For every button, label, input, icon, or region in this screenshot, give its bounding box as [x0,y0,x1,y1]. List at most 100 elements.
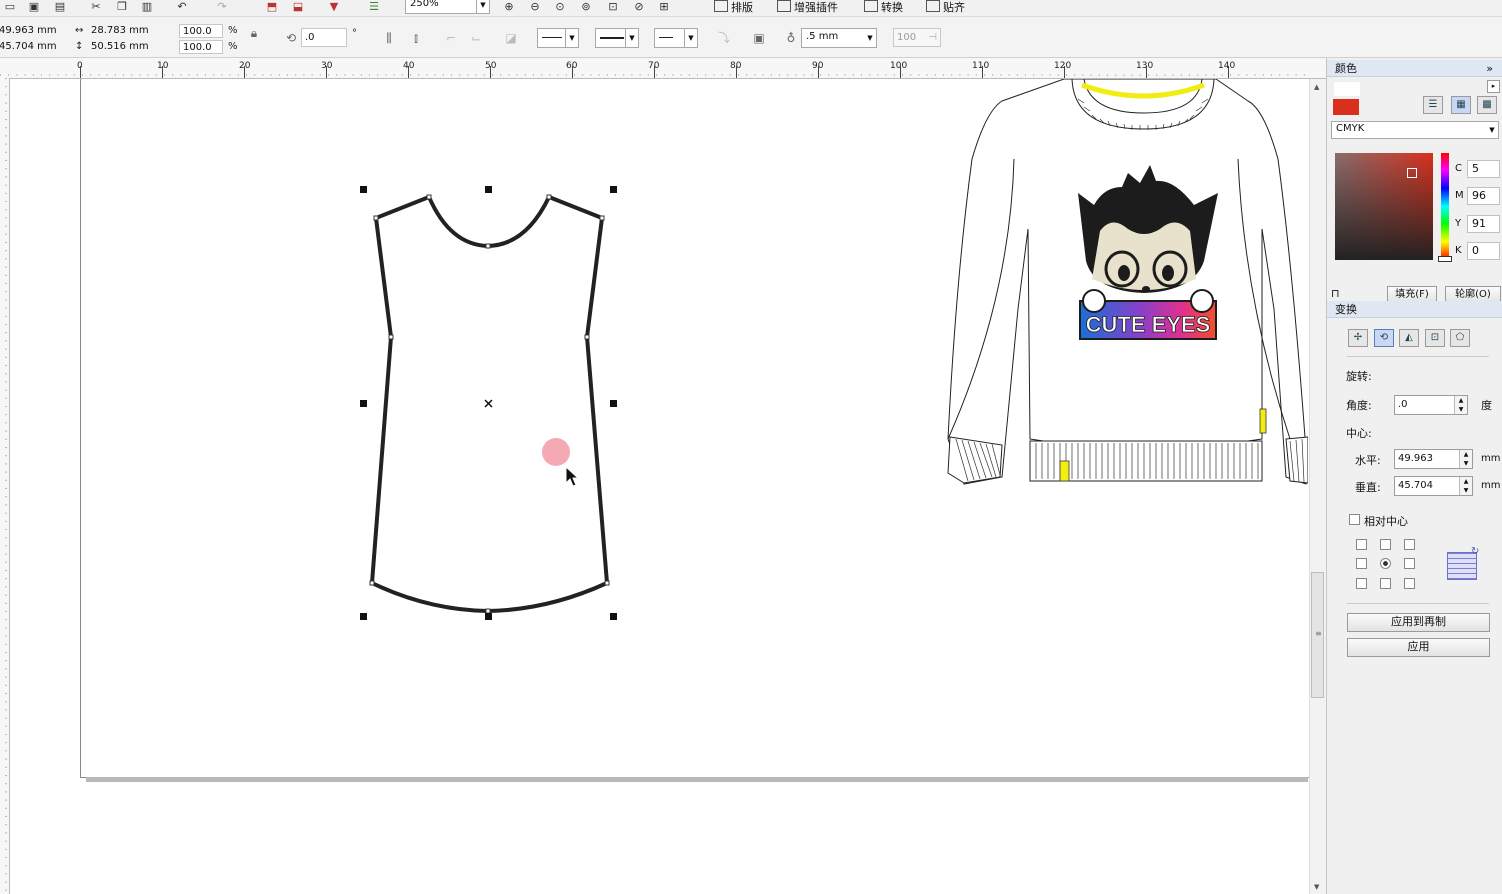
scroll-up-icon[interactable]: ▲ [1314,83,1319,91]
relative-center-checkbox[interactable] [1349,514,1360,525]
mirror-horizontal-icon[interactable]: ⫼ [381,30,397,46]
horizontal-ruler[interactable]: 0 10 20 30 40 50 60 70 80 90 100 110 120… [0,58,1326,79]
round-corner-icon[interactable]: ⌐ [443,30,459,46]
chevron-down-icon[interactable]: ▼ [684,29,697,47]
vest-outline-shape[interactable] [355,180,625,625]
menu-snap[interactable]: 贴齐 [926,0,965,14]
rotate-tab-icon[interactable]: ⟲ [1374,329,1394,347]
chevron-down-icon[interactable]: ▼ [1486,122,1498,138]
vertical-scroll-thumb[interactable]: ≡ [1311,572,1324,698]
copy-icon[interactable]: ❐ [114,0,130,14]
anchor-middle-right[interactable] [1404,558,1415,569]
yellow-field[interactable]: 91 [1467,215,1500,233]
hue-slider-handle[interactable] [1438,256,1452,262]
zoom-height-icon[interactable]: ⊞ [656,0,672,14]
vertical-scrollbar[interactable]: ▲ ▼ [1309,79,1327,894]
anchor-bottom-left[interactable] [1356,578,1367,589]
zoom-all-icon[interactable]: ⊚ [578,0,594,14]
menu-convert[interactable]: 转换 [864,0,903,14]
chevron-down-icon[interactable]: ▼ [476,0,489,13]
chevron-down-icon[interactable]: ▼ [625,29,638,47]
position-x-field[interactable]: 49.963 mm [0,24,68,38]
paste-icon[interactable]: ▥ [139,0,155,14]
lock-icon[interactable]: ⊓ [1331,287,1340,300]
start-arrow-combo[interactable]: ▼ [537,28,579,48]
anchor-top-left[interactable] [1356,539,1367,550]
rotation-angle-field[interactable]: .0 [301,28,347,47]
anchor-top-right[interactable] [1404,539,1415,550]
position-y-field[interactable]: 45.704 mm [0,40,68,54]
degree-label: ° [352,28,357,39]
anchor-bottom-right[interactable] [1404,578,1415,589]
skew-tab-icon[interactable]: ⬠ [1450,329,1470,347]
apply-button[interactable]: 应用 [1347,638,1490,657]
outline-width-combo[interactable]: .5 mm ▼ [801,28,877,48]
chevron-down-icon[interactable]: ▼ [864,29,876,47]
collapse-docker-icon[interactable]: » [1486,60,1493,77]
angle-input[interactable]: .0 ▲ ▼ [1394,395,1468,415]
spinner-icon[interactable]: ▲ ▼ [1459,450,1472,468]
anchor-top-center[interactable] [1380,539,1391,550]
chevron-down-icon[interactable]: ▼ [565,29,578,47]
object-height-field[interactable]: 50.516 mm [88,40,164,54]
docker-menu-icon[interactable]: ▸ [1487,80,1500,93]
object-width-field[interactable]: 28.783 mm [88,24,164,38]
export-icon[interactable]: ⬓ [290,0,306,14]
apply-to-duplicate-button[interactable]: 应用到再制 [1347,613,1490,632]
import-icon[interactable]: ⬒ [264,0,280,14]
cyan-field[interactable]: 5 [1467,160,1500,178]
sweatshirt-artwork[interactable]: CUTE EYES [944,79,1308,489]
scale-x-field[interactable]: 100.0 [179,24,223,38]
publish-icon[interactable]: ▼ [326,0,342,14]
mirror-vertical-icon[interactable]: ⫾ [408,30,424,46]
scallop-corner-icon[interactable]: ⌙ [468,30,484,46]
line-preview [600,37,624,39]
zoom-in-icon[interactable]: ⊕ [501,0,517,14]
reverse-direction-icon[interactable]: ⤵ [716,30,732,46]
color-viewer-icon[interactable]: ▦ [1451,96,1471,114]
color-picker-area[interactable] [1335,153,1433,260]
scale-mirror-tab-icon[interactable]: ◭ [1399,329,1419,347]
spinner-icon[interactable]: ▲ ▼ [1459,477,1472,495]
save-icon[interactable]: ▣ [26,0,42,14]
scale-y-field[interactable]: 100.0 [179,40,223,54]
magenta-field[interactable]: 96 [1467,187,1500,205]
zoom-out-icon[interactable]: ⊖ [527,0,543,14]
end-arrow-combo[interactable]: ▼ [654,28,698,48]
line-style-combo[interactable]: ▼ [595,28,639,48]
center-vertical-input[interactable]: 45.704 ▲ ▼ [1394,476,1473,496]
anchor-center[interactable] [1380,558,1391,569]
color-picker-marker[interactable] [1407,168,1417,178]
menu-layout[interactable]: 排版 [714,0,753,14]
yellow-label: Y [1455,218,1462,229]
color-model-combo[interactable]: CMYK ▼ [1331,121,1499,139]
black-field[interactable]: 0 [1467,242,1500,260]
scroll-down-icon[interactable]: ▼ [1314,883,1319,891]
vertical-ruler[interactable] [0,78,10,894]
anchor-bottom-center[interactable] [1380,578,1391,589]
zoom-page-icon[interactable]: ⊡ [605,0,621,14]
color-palette-icon[interactable]: ▩ [1477,96,1497,114]
hue-slider[interactable] [1441,153,1449,260]
center-horizontal-input[interactable]: 49.963 ▲ ▼ [1394,449,1473,469]
zoom-selected-icon[interactable]: ⊙ [552,0,568,14]
grip-icon: ≡ [1315,629,1322,638]
chamfer-corner-icon[interactable]: ◪ [503,30,519,46]
lock-ratio-icon[interactable]: 🔒︎ [246,25,262,41]
spinner-icon[interactable]: ▲ ▼ [1454,396,1467,414]
cut-icon[interactable]: ✂ [88,0,104,14]
undo-icon[interactable]: ↶ [174,0,190,14]
zoom-level-combo[interactable]: 250% ▼ [405,0,490,14]
redo-icon[interactable]: ↷ [214,0,230,14]
wrap-text-icon[interactable]: ▣ [751,30,767,46]
position-tab-icon[interactable]: ✢ [1348,329,1368,347]
print-icon[interactable]: ▤ [52,0,68,14]
open-icon[interactable]: ▭ [2,0,18,14]
color-sliders-icon[interactable]: ☰ [1423,96,1443,114]
anchor-middle-left[interactable] [1356,558,1367,569]
app-launcher-icon[interactable]: ☰ [366,0,382,14]
menu-enhance-plugin[interactable]: 增强插件 [777,0,838,14]
size-tab-icon[interactable]: ⊡ [1425,329,1445,347]
transparency-field[interactable]: 100 ⊣ [893,28,941,47]
zoom-width-icon[interactable]: ⊘ [631,0,647,14]
